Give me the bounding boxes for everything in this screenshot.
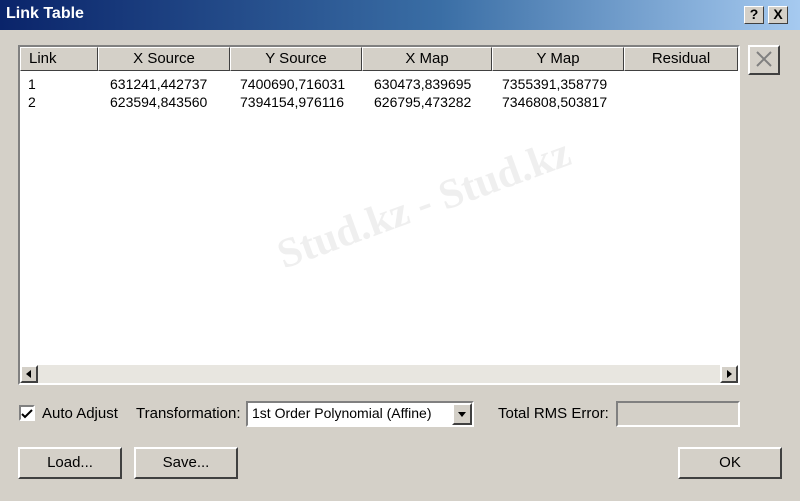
cell-link: 2 [28, 94, 36, 110]
link-table[interactable]: Link X Source Y Source X Map Y Map Residual 1… [18, 45, 740, 385]
column-header-x-source[interactable]: X Source [98, 47, 230, 71]
save-button[interactable]: Save... [134, 447, 238, 479]
cell-y-source: 7394154,976116 [240, 94, 345, 110]
column-header-x-map[interactable]: X Map [362, 47, 492, 71]
title-bar: Link Table ? X [0, 0, 800, 30]
column-header-residual[interactable]: Residual [624, 47, 738, 71]
scroll-left-button[interactable] [20, 365, 38, 383]
checkmark-icon [21, 409, 33, 419]
cell-x-source: 631241,442737 [110, 76, 208, 92]
scroll-right-button[interactable] [720, 365, 738, 383]
rms-value-field [616, 401, 740, 427]
column-header-link[interactable]: Link [20, 47, 98, 71]
transformation-dropdown-button[interactable] [452, 403, 472, 425]
cell-x-map: 630473,839695 [374, 76, 472, 92]
cell-y-source: 7400690,716031 [240, 76, 346, 92]
close-x-icon [756, 51, 772, 67]
transformation-select[interactable]: 1st Order Polynomial (Affine) [246, 401, 474, 427]
cell-x-source: 623594,843560 [110, 94, 208, 110]
arrow-left-icon [26, 370, 31, 378]
load-button[interactable]: Load... [18, 447, 122, 479]
cell-x-map: 626795,473282 [374, 94, 472, 110]
cell-y-map: 7346808,503817 [502, 94, 608, 110]
horizontal-scrollbar[interactable] [20, 365, 738, 383]
auto-adjust-checkbox[interactable] [19, 405, 35, 421]
auto-adjust-label[interactable]: Auto Adjust [42, 405, 118, 422]
column-header-y-source[interactable]: Y Source [230, 47, 362, 71]
rms-label: Total RMS Error: [498, 405, 609, 422]
cell-link: 1 [28, 76, 36, 92]
transformation-value: 1st Order Polynomial (Affine) [252, 405, 432, 421]
column-header-y-map[interactable]: Y Map [492, 47, 624, 71]
arrow-right-icon [727, 370, 732, 378]
delete-link-button[interactable] [748, 45, 780, 75]
help-button[interactable]: ? [744, 6, 764, 24]
chevron-down-icon [458, 412, 466, 417]
window-close-button[interactable]: X [768, 6, 788, 24]
ok-button[interactable]: OK [678, 447, 782, 479]
window-title: Link Table [6, 5, 84, 22]
cell-y-map: 7355391,358779 [502, 76, 608, 92]
transformation-label: Transformation: [136, 405, 241, 422]
